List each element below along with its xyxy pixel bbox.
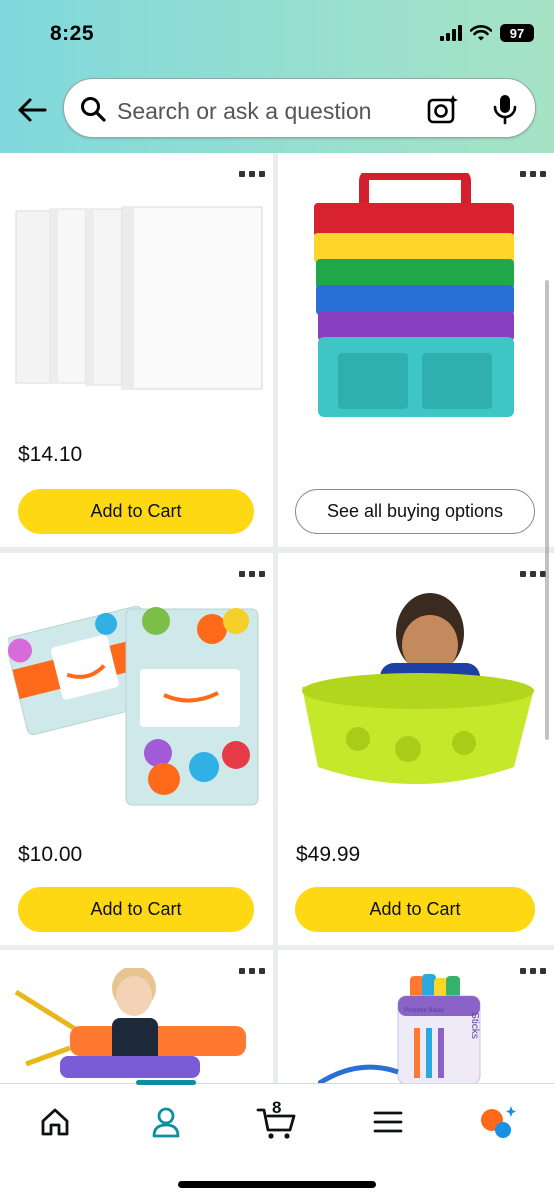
more-options-icon[interactable] (520, 171, 546, 177)
search-icon (81, 97, 106, 122)
nav-account[interactable] (141, 1102, 191, 1142)
ai-assistant-icon (481, 1106, 516, 1138)
product-image-binders[interactable] (12, 205, 268, 395)
scrollbar[interactable] (545, 280, 549, 740)
product-card[interactable]: See all buying options (278, 153, 554, 547)
product-grid: $14.10 Add to Cart See all buying option… (0, 153, 554, 1083)
product-image-rocker-toy[interactable] (288, 571, 544, 813)
product-image-sticks-jar[interactable] (318, 972, 518, 1083)
home-indicator (178, 1181, 376, 1188)
product-card[interactable]: $49.99 Add to Cart (278, 553, 554, 945)
product-card[interactable]: $10.00 Add to Cart (0, 553, 273, 945)
cart-count-badge: 8 (272, 1098, 282, 1117)
more-options-icon[interactable] (239, 171, 265, 177)
header: 8:25 97 Search or ask a question (0, 0, 554, 153)
product-image-caddies[interactable] (310, 173, 520, 423)
status-time: 8:25 (50, 22, 95, 45)
nav-cart[interactable]: 8 (252, 1098, 302, 1142)
nav-assistant[interactable] (472, 1102, 522, 1142)
home-icon (41, 1108, 69, 1136)
product-card[interactable]: $14.10 Add to Cart (0, 153, 273, 547)
search-input[interactable]: Search or ask a question (117, 98, 371, 125)
product-image-label: Sticks (468, 1012, 480, 1039)
more-options-icon[interactable] (239, 571, 265, 577)
nav-home[interactable] (30, 1102, 80, 1142)
search-bar[interactable]: Search or ask a question (63, 78, 536, 138)
back-button[interactable] (14, 92, 50, 128)
microphone-icon[interactable] (492, 93, 518, 125)
see-all-buying-options-button[interactable]: See all buying options (295, 489, 535, 534)
product-card[interactable]: Sticks Primitive Bidas (278, 950, 554, 1083)
add-to-cart-button[interactable]: Add to Cart (18, 887, 254, 932)
active-tab-indicator (136, 1080, 196, 1085)
product-card[interactable] (0, 950, 273, 1083)
battery-indicator: 97 (500, 24, 534, 42)
product-image-gift-cards[interactable] (8, 591, 266, 811)
camera-lens-icon[interactable] (427, 94, 459, 124)
menu-icon (373, 1111, 403, 1133)
status-icons: 97 (440, 24, 534, 42)
product-price: $14.10 (18, 443, 83, 466)
product-price: $10.00 (18, 843, 83, 866)
back-arrow-icon (18, 98, 47, 122)
account-icon (152, 1107, 180, 1138)
signal-icon (440, 25, 462, 41)
product-image-scooter-board[interactable] (10, 968, 260, 1083)
nav-menu[interactable] (363, 1102, 413, 1142)
product-image-brand: Primitive Bidas (404, 1008, 444, 1014)
bottom-nav: 8 (0, 1080, 554, 1200)
add-to-cart-button[interactable]: Add to Cart (295, 887, 535, 932)
wifi-icon (470, 25, 492, 41)
product-price: $49.99 (296, 843, 361, 866)
add-to-cart-button[interactable]: Add to Cart (18, 489, 254, 534)
more-options-icon[interactable] (520, 968, 546, 974)
